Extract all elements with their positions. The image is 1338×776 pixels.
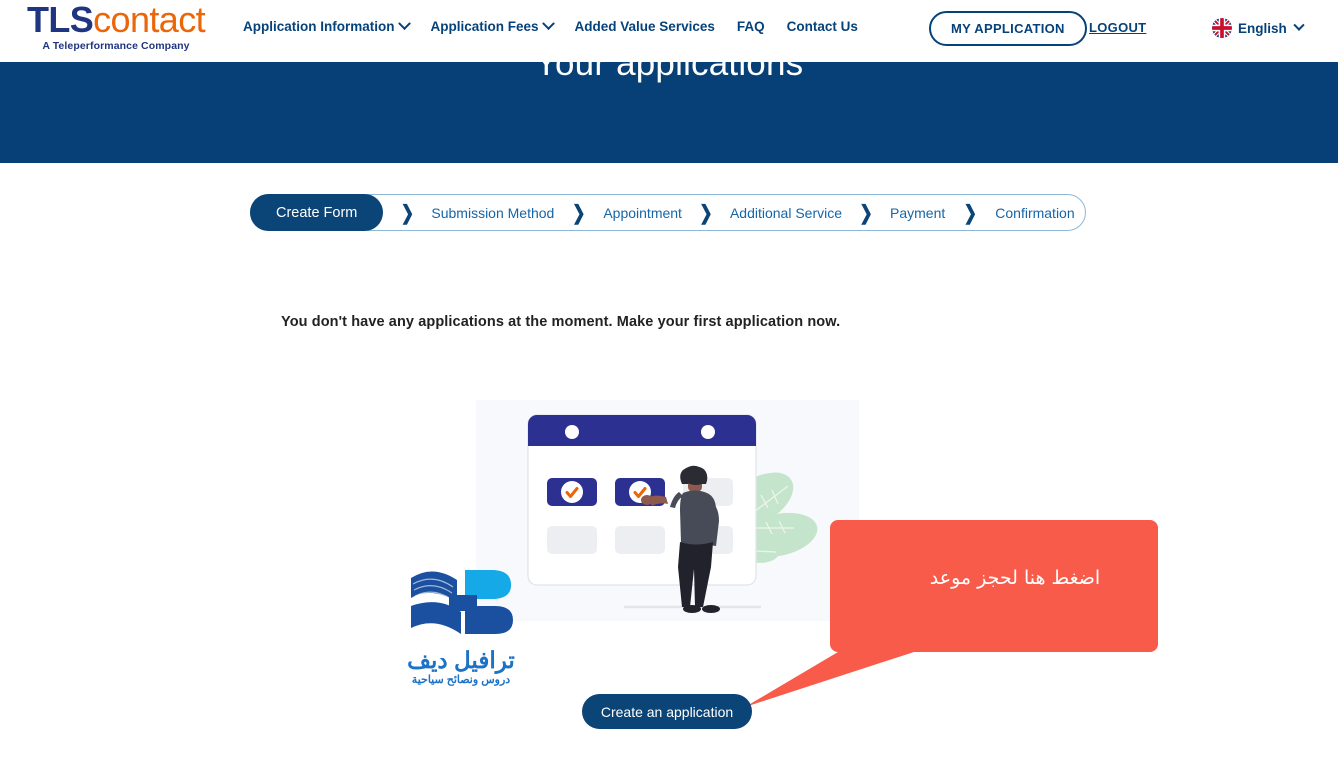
stepper-step-submission-method[interactable]: Submission Method — [431, 205, 554, 221]
chevron-right-icon: ❯ — [572, 202, 586, 224]
stepper-separator: ❯ — [842, 202, 890, 224]
logo-contact-text: contact — [93, 0, 206, 40]
travel-dev-logo-icon — [411, 570, 513, 634]
nav-label: Application Information — [243, 19, 395, 34]
nav-item-contact-us[interactable]: Contact Us — [787, 19, 858, 34]
logo-tagline: A Teleperformance Company — [42, 40, 190, 52]
step-label: Additional Service — [729, 204, 843, 221]
stepper-step-appointment[interactable]: Appointment — [603, 205, 682, 221]
step-label: Appointment — [603, 204, 682, 221]
nav-label: Added Value Services — [574, 19, 715, 34]
logo-tls-text: TLS — [26, 0, 94, 40]
language-label: English — [1238, 20, 1287, 36]
my-application-label: MY APPLICATION — [951, 21, 1065, 36]
chevron-down-icon — [1293, 19, 1305, 31]
watermark-title: ترافيل ديف — [407, 647, 515, 673]
stepper-separator: ❯ — [682, 202, 730, 224]
page-banner: Your applications — [0, 62, 1338, 163]
create-application-button[interactable]: Create an application — [582, 694, 752, 729]
empty-state-message: You don't have any applications at the m… — [281, 314, 841, 330]
step-label: Confirmation — [995, 204, 1075, 221]
nav-item-application-information[interactable]: Application Information — [243, 17, 411, 34]
nav-label: FAQ — [736, 19, 765, 34]
watermark-logo: ترافيل ديف دروس ونصائح سياحية — [396, 562, 526, 686]
chevron-right-icon: ❯ — [963, 202, 977, 224]
chevron-down-icon — [541, 17, 555, 31]
step-label: Create Form — [276, 204, 358, 221]
nav-item-added-value-services[interactable]: Added Value Services — [575, 19, 715, 34]
step-label: Submission Method — [431, 204, 555, 221]
main-navigation: Application Information Application Fees… — [243, 17, 858, 34]
site-header: TLScontact A Teleperformance Company App… — [0, 0, 1338, 62]
watermark-subtitle: دروس ونصائح سياحية — [411, 674, 511, 687]
stepper-step-create-form[interactable]: Create Form — [250, 194, 384, 231]
logo-wordmark: TLScontact — [16, 2, 216, 38]
uk-flag-icon — [1212, 18, 1232, 38]
chevron-right-icon: ❯ — [699, 202, 713, 224]
my-application-button[interactable]: MY APPLICATION — [929, 11, 1087, 46]
stepper-step-additional-service[interactable]: Additional Service — [730, 205, 842, 221]
step-label: Payment — [890, 204, 946, 221]
stepper-separator: ❯ — [554, 202, 603, 224]
callout-text: اضغط هنا لحجز موعد — [929, 567, 1101, 589]
stepper-step-confirmation[interactable]: Confirmation — [995, 205, 1074, 221]
stepper-step-payment[interactable]: Payment — [890, 205, 945, 221]
stepper-separator: ❯ — [945, 202, 995, 224]
progress-stepper: Create Form ❯ Submission Method ❯ Appoin… — [250, 194, 1086, 231]
page-title: Your applications — [534, 62, 804, 83]
language-selector[interactable]: English — [1212, 18, 1305, 38]
nav-label: Contact Us — [786, 19, 858, 34]
stepper-separator: ❯ — [383, 202, 431, 224]
nav-label: Application Fees — [430, 19, 539, 34]
logout-link[interactable]: LOGOUT — [1089, 20, 1146, 35]
tlscontact-logo[interactable]: TLScontact A Teleperformance Company — [16, 2, 216, 52]
chevron-down-icon — [397, 17, 411, 31]
nav-item-faq[interactable]: FAQ — [737, 19, 765, 34]
empty-state-illustration — [476, 400, 859, 621]
chevron-right-icon: ❯ — [859, 202, 873, 224]
nav-item-application-fees[interactable]: Application Fees — [430, 17, 555, 34]
chevron-right-icon: ❯ — [400, 202, 415, 224]
